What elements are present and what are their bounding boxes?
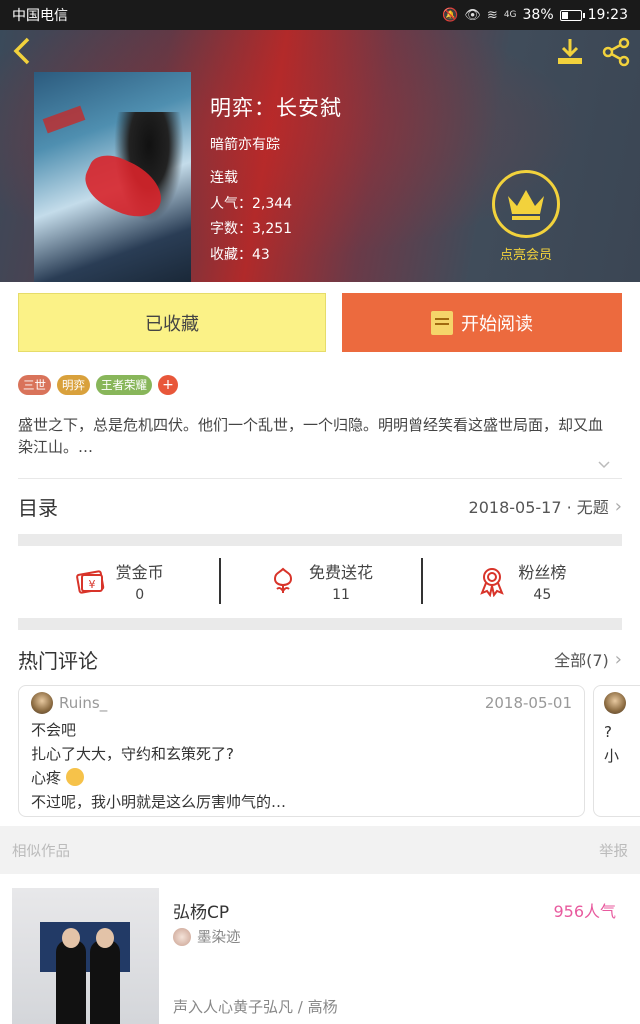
book-favorites: 收藏：43 [210, 246, 270, 263]
similar-works-header: 相似作品 举报 [0, 826, 640, 874]
collected-button[interactable]: 已收藏 [18, 293, 326, 352]
crown-icon [508, 190, 544, 220]
status-icons: 🔕 👁 ≋ 4G 38% 19:23 [442, 7, 628, 23]
chevron-left-icon [13, 37, 30, 65]
book-popularity: 人气：2,344 [210, 195, 293, 212]
expand-chevron-icon[interactable] [598, 458, 610, 470]
similar-work-author: 墨染迹 [173, 926, 241, 947]
start-reading-button[interactable]: 开始阅读 [342, 293, 622, 352]
collected-label: 已收藏 [145, 313, 199, 335]
add-tag-button[interactable]: + [158, 375, 178, 395]
comment-line: 心疼 [31, 766, 572, 790]
book-cover[interactable] [34, 72, 191, 282]
toc-latest-label: 2018-05-17 · 无题 [468, 498, 609, 517]
comment-line-text: 心疼 [31, 769, 62, 787]
download-button[interactable] [554, 36, 586, 72]
similar-work-cover [12, 888, 159, 1024]
stat-name: 赏金币 [115, 563, 164, 582]
avatar [31, 692, 53, 714]
report-button[interactable]: 举报 [599, 840, 628, 861]
similar-work-title: 弘杨CP [173, 903, 230, 923]
comment-text: 不会吧 扎心了大大，守约和玄策死了? 心疼 不过呢，我小明就是这么厉害帅气的… [31, 718, 572, 814]
comment-line: 扎心了大大，守约和玄策死了? [31, 745, 234, 763]
stat-name: 粉丝榜 [518, 563, 567, 582]
vip-button[interactable]: 点亮会员 [488, 170, 564, 263]
book-meta: 连载 人气：2,344 字数：3,251 收藏：43 [210, 166, 292, 268]
reward-coin-icon: ¥ [75, 570, 104, 594]
comment-card[interactable]: Ruins_ 2018-05-01 不会吧 扎心了大大，守约和玄策死了? 心疼 … [18, 685, 585, 817]
stat-value: 45 [533, 587, 552, 603]
crying-emoji-icon [65, 768, 84, 786]
stat-name: 免费送花 [308, 563, 373, 582]
comment-line: 不过呢，我小明就是这么厉害帅气的… [31, 793, 287, 811]
tag-item[interactable]: 三世 [18, 375, 51, 395]
tag-item[interactable]: 明弈 [57, 375, 90, 395]
similar-works-title: 相似作品 [12, 843, 70, 860]
book-status: 连载 [210, 170, 238, 186]
comment-line: ? [604, 723, 612, 741]
flower-icon [273, 567, 292, 593]
comment-text: ? 小 [604, 720, 640, 768]
stat-value: 11 [332, 587, 350, 603]
fan-ranking-button[interactable]: 粉丝榜 45 [420, 544, 622, 618]
hot-comments-header: 热门评论 全部(7) › [0, 634, 640, 684]
battery-icon [559, 9, 585, 21]
tag-list: 三世 明弈 王者荣耀 + [18, 375, 178, 395]
network-label: 4G [503, 10, 517, 20]
share-icon [602, 37, 630, 67]
download-icon [558, 39, 582, 64]
all-comments-label: 全部(7) [554, 651, 609, 670]
chevron-right-icon: › [614, 495, 622, 517]
table-of-contents-row[interactable]: 目录 2018-05-17 · 无题 › [0, 478, 640, 534]
reward-coin-button[interactable]: ¥ 赏金币 0 [18, 544, 219, 618]
mute-icon: 🔕 [442, 7, 459, 23]
wifi-icon: ≋ [486, 7, 498, 23]
book-description[interactable]: 盛世之下，总是危机四伏。他们一个乱世，一个归隐。明明曾经笑看这盛世局面，却又血染… [18, 414, 608, 458]
hot-comments-title: 热门评论 [18, 648, 98, 673]
similar-work-tags: 声入人心黄子弘凡 / 高杨 [173, 998, 338, 1016]
section-separator [18, 618, 622, 630]
book-icon [431, 310, 453, 335]
all-comments-link[interactable]: 全部(7) › [554, 647, 622, 671]
battery-percent: 38% [522, 7, 554, 23]
comment-date: 2018-05-01 [484, 694, 572, 712]
tag-item[interactable]: 王者荣耀 [96, 375, 152, 395]
similar-work-popularity: 956人气 [553, 902, 616, 921]
share-button[interactable] [600, 36, 632, 72]
eye-icon: 👁 [464, 7, 481, 23]
book-word-count: 字数：3,251 [210, 221, 293, 237]
stats-bar: ¥ 赏金币 0 免费送花 11 粉丝榜 45 [18, 544, 622, 618]
toc-latest-chapter: 2018-05-17 · 无题 › [469, 494, 622, 518]
medal-icon [480, 568, 505, 597]
status-bar: 中国电信 🔕 👁 ≋ 4G 38% 19:23 [0, 0, 640, 30]
book-title: 明弈：长安弑 [210, 96, 342, 120]
free-flower-button[interactable]: 免费送花 11 [219, 544, 420, 618]
comment-card[interactable]: ? 小 [593, 685, 640, 817]
avatar [604, 692, 626, 714]
stat-value: 0 [135, 587, 145, 603]
book-author[interactable]: 暗箭亦有踪 [210, 134, 280, 154]
similar-work-item[interactable]: 弘杨CP 956人气 墨染迹 声入人心黄子弘凡 / 高杨 [0, 874, 640, 1024]
toc-title: 目录 [18, 495, 58, 520]
book-detail-content: 已收藏 开始阅读 三世 明弈 王者荣耀 + 盛世之下，总是危机四伏。他们一个乱世… [0, 282, 640, 826]
comment-line: 小 [604, 747, 620, 765]
similar-work-author-name: 墨染迹 [197, 930, 241, 946]
comment-username: Ruins_ [59, 694, 108, 712]
svg-text:¥: ¥ [88, 578, 95, 591]
start-reading-label: 开始阅读 [461, 313, 533, 335]
vip-label: 点亮会员 [499, 248, 552, 263]
carrier-label: 中国电信 [12, 8, 68, 24]
comment-line: 不会吧 [31, 721, 77, 739]
chevron-right-icon: › [614, 648, 622, 670]
back-button[interactable] [10, 36, 40, 72]
avatar [173, 927, 191, 946]
clock: 19:23 [587, 7, 628, 23]
book-header: 明弈：长安弑 暗箭亦有踪 连载 人气：2,344 字数：3,251 收藏：43 … [0, 30, 640, 282]
